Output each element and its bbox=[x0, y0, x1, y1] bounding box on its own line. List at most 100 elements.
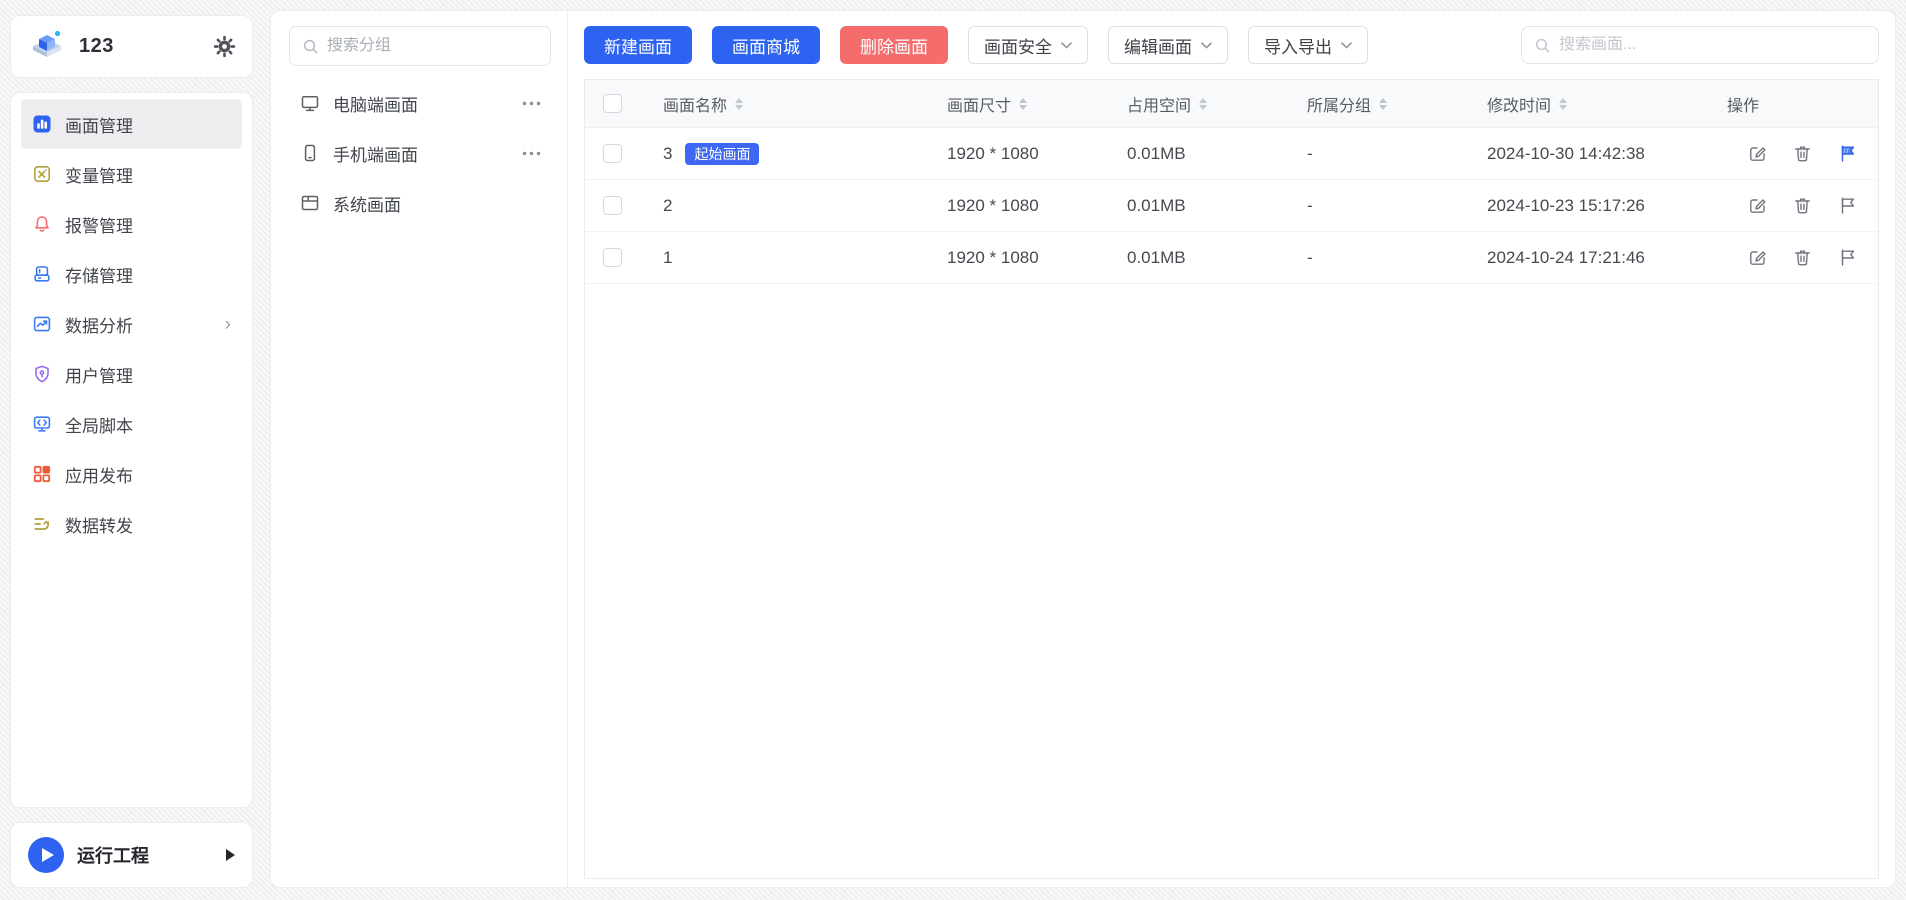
more-icon[interactable] bbox=[522, 101, 541, 106]
column-label: 操作 bbox=[1727, 92, 1759, 116]
screen-name: 2 bbox=[663, 196, 672, 216]
delete-screen-button[interactable]: 删除画面 bbox=[840, 26, 948, 64]
screen-space: 0.01MB bbox=[1111, 144, 1291, 164]
screen-search-box bbox=[1521, 26, 1879, 64]
sidebar-menu: 画面管理 变量管理 报警管理 bbox=[10, 92, 253, 808]
group-search-box bbox=[289, 26, 551, 66]
sidebar-item-app-publish[interactable]: 应用发布 bbox=[21, 449, 242, 499]
brand-header: 123 bbox=[10, 15, 253, 78]
triangle-right-icon[interactable] bbox=[226, 849, 235, 861]
system-window-icon bbox=[300, 193, 320, 213]
screen-security-dropdown[interactable]: 画面安全 bbox=[968, 26, 1088, 64]
sidebar-item-user-management[interactable]: 用户管理 bbox=[21, 349, 242, 399]
sidebar-item-screen-management[interactable]: 画面管理 bbox=[21, 99, 242, 149]
screen-name: 3 bbox=[663, 144, 672, 164]
sidebar: 123 bbox=[10, 15, 253, 888]
group-search-input[interactable] bbox=[327, 37, 538, 55]
row-actions bbox=[1711, 143, 1878, 164]
sidebar-item-global-script[interactable]: 全局脚本 bbox=[21, 399, 242, 449]
group-item-mobile[interactable]: 手机端画面 bbox=[271, 128, 567, 178]
alarm-bell-icon bbox=[32, 214, 52, 234]
sidebar-item-data-analysis[interactable]: 数据分析 › bbox=[21, 299, 242, 349]
script-monitor-icon bbox=[32, 414, 52, 434]
column-label: 所属分组 bbox=[1307, 92, 1371, 116]
table-row[interactable]: 2 1920 * 1080 0.01MB - 2024-10-23 15:17:… bbox=[585, 180, 1878, 232]
screen-modified: 2024-10-24 17:21:46 bbox=[1471, 248, 1711, 268]
row-checkbox[interactable] bbox=[603, 196, 622, 215]
sort-icon[interactable] bbox=[1019, 98, 1027, 110]
dropdown-label: 画面安全 bbox=[984, 33, 1052, 58]
edit-screen-dropdown[interactable]: 编辑画面 bbox=[1108, 26, 1228, 64]
sidebar-item-variable-management[interactable]: 变量管理 bbox=[21, 149, 242, 199]
sort-icon[interactable] bbox=[1199, 98, 1207, 110]
user-shield-icon bbox=[32, 364, 52, 384]
row-checkbox[interactable] bbox=[603, 144, 622, 163]
screen-space: 0.01MB bbox=[1111, 248, 1291, 268]
table-row[interactable]: 1 1920 * 1080 0.01MB - 2024-10-24 17:21:… bbox=[585, 232, 1878, 284]
trash-icon[interactable] bbox=[1792, 247, 1813, 268]
column-header-name[interactable]: 画面名称 bbox=[647, 92, 931, 116]
cube-logo-icon bbox=[27, 27, 67, 67]
sidebar-item-alarm-management[interactable]: 报警管理 bbox=[21, 199, 242, 249]
play-icon[interactable] bbox=[28, 837, 64, 873]
screen-size: 1920 * 1080 bbox=[931, 144, 1111, 164]
screen-modified: 2024-10-23 15:17:26 bbox=[1471, 196, 1711, 216]
new-screen-button[interactable]: 新建画面 bbox=[584, 26, 692, 64]
sidebar-item-label: 全局脚本 bbox=[65, 412, 133, 437]
sidebar-item-label: 应用发布 bbox=[65, 462, 133, 487]
select-all-checkbox[interactable] bbox=[603, 94, 622, 113]
table-row[interactable]: 3 起始画面 1920 * 1080 0.01MB - 2024-10-30 1… bbox=[585, 128, 1878, 180]
screen-search-input[interactable] bbox=[1559, 36, 1866, 54]
mobile-icon bbox=[300, 143, 320, 163]
screen-modified: 2024-10-30 14:42:38 bbox=[1471, 144, 1711, 164]
variables-icon bbox=[32, 164, 52, 184]
sidebar-item-data-forward[interactable]: 数据转发 bbox=[21, 499, 242, 549]
group-item-desktop[interactable]: 电脑端画面 bbox=[271, 78, 567, 128]
sort-icon[interactable] bbox=[1559, 98, 1567, 110]
sidebar-item-storage-management[interactable]: 存储管理 bbox=[21, 249, 242, 299]
group-list: 电脑端画面 手机端画面 bbox=[271, 78, 567, 228]
sidebar-item-label: 画面管理 bbox=[65, 112, 133, 137]
group-item-system[interactable]: 系统画面 bbox=[271, 178, 567, 228]
column-header-size[interactable]: 画面尺寸 bbox=[931, 92, 1111, 116]
content-area: 新建画面 画面商城 删除画面 画面安全 编辑画面 导入导出 bbox=[568, 11, 1895, 887]
chevron-right-icon: › bbox=[225, 315, 231, 334]
sort-icon[interactable] bbox=[735, 98, 743, 110]
chevron-down-icon bbox=[1341, 42, 1352, 49]
chevron-down-icon bbox=[1061, 42, 1072, 49]
toolbar: 新建画面 画面商城 删除画面 画面安全 编辑画面 导入导出 bbox=[584, 26, 1879, 64]
row-checkbox[interactable] bbox=[603, 248, 622, 267]
search-icon bbox=[302, 38, 319, 55]
column-label: 修改时间 bbox=[1487, 92, 1551, 116]
edit-icon[interactable] bbox=[1747, 247, 1768, 268]
screen-size: 1920 * 1080 bbox=[931, 248, 1111, 268]
run-project-bar: 运行工程 bbox=[10, 822, 253, 888]
group-item-label: 手机端画面 bbox=[333, 141, 418, 166]
flag-icon[interactable] bbox=[1837, 247, 1858, 268]
column-header-space[interactable]: 占用空间 bbox=[1111, 92, 1291, 116]
desktop-icon bbox=[300, 93, 320, 113]
column-header-modified[interactable]: 修改时间 bbox=[1471, 92, 1711, 116]
row-actions bbox=[1711, 195, 1878, 216]
screen-mall-button[interactable]: 画面商城 bbox=[712, 26, 820, 64]
dropdown-label: 导入导出 bbox=[1264, 33, 1332, 58]
flag-icon[interactable] bbox=[1837, 195, 1858, 216]
column-header-group[interactable]: 所属分组 bbox=[1291, 92, 1471, 116]
screen-size: 1920 * 1080 bbox=[931, 196, 1111, 216]
more-icon[interactable] bbox=[522, 151, 541, 156]
edit-icon[interactable] bbox=[1747, 195, 1768, 216]
column-label: 画面名称 bbox=[663, 92, 727, 116]
trash-icon[interactable] bbox=[1792, 195, 1813, 216]
sidebar-item-label: 变量管理 bbox=[65, 162, 133, 187]
import-export-dropdown[interactable]: 导入导出 bbox=[1248, 26, 1368, 64]
group-panel: 电脑端画面 手机端画面 bbox=[271, 11, 568, 887]
gear-icon[interactable] bbox=[213, 35, 236, 58]
dropdown-label: 编辑画面 bbox=[1124, 33, 1192, 58]
sidebar-item-label: 用户管理 bbox=[65, 362, 133, 387]
flag-icon[interactable] bbox=[1837, 143, 1858, 164]
edit-icon[interactable] bbox=[1747, 143, 1768, 164]
screen-group: - bbox=[1291, 196, 1471, 216]
screen-space: 0.01MB bbox=[1111, 196, 1291, 216]
trash-icon[interactable] bbox=[1792, 143, 1813, 164]
sort-icon[interactable] bbox=[1379, 98, 1387, 110]
